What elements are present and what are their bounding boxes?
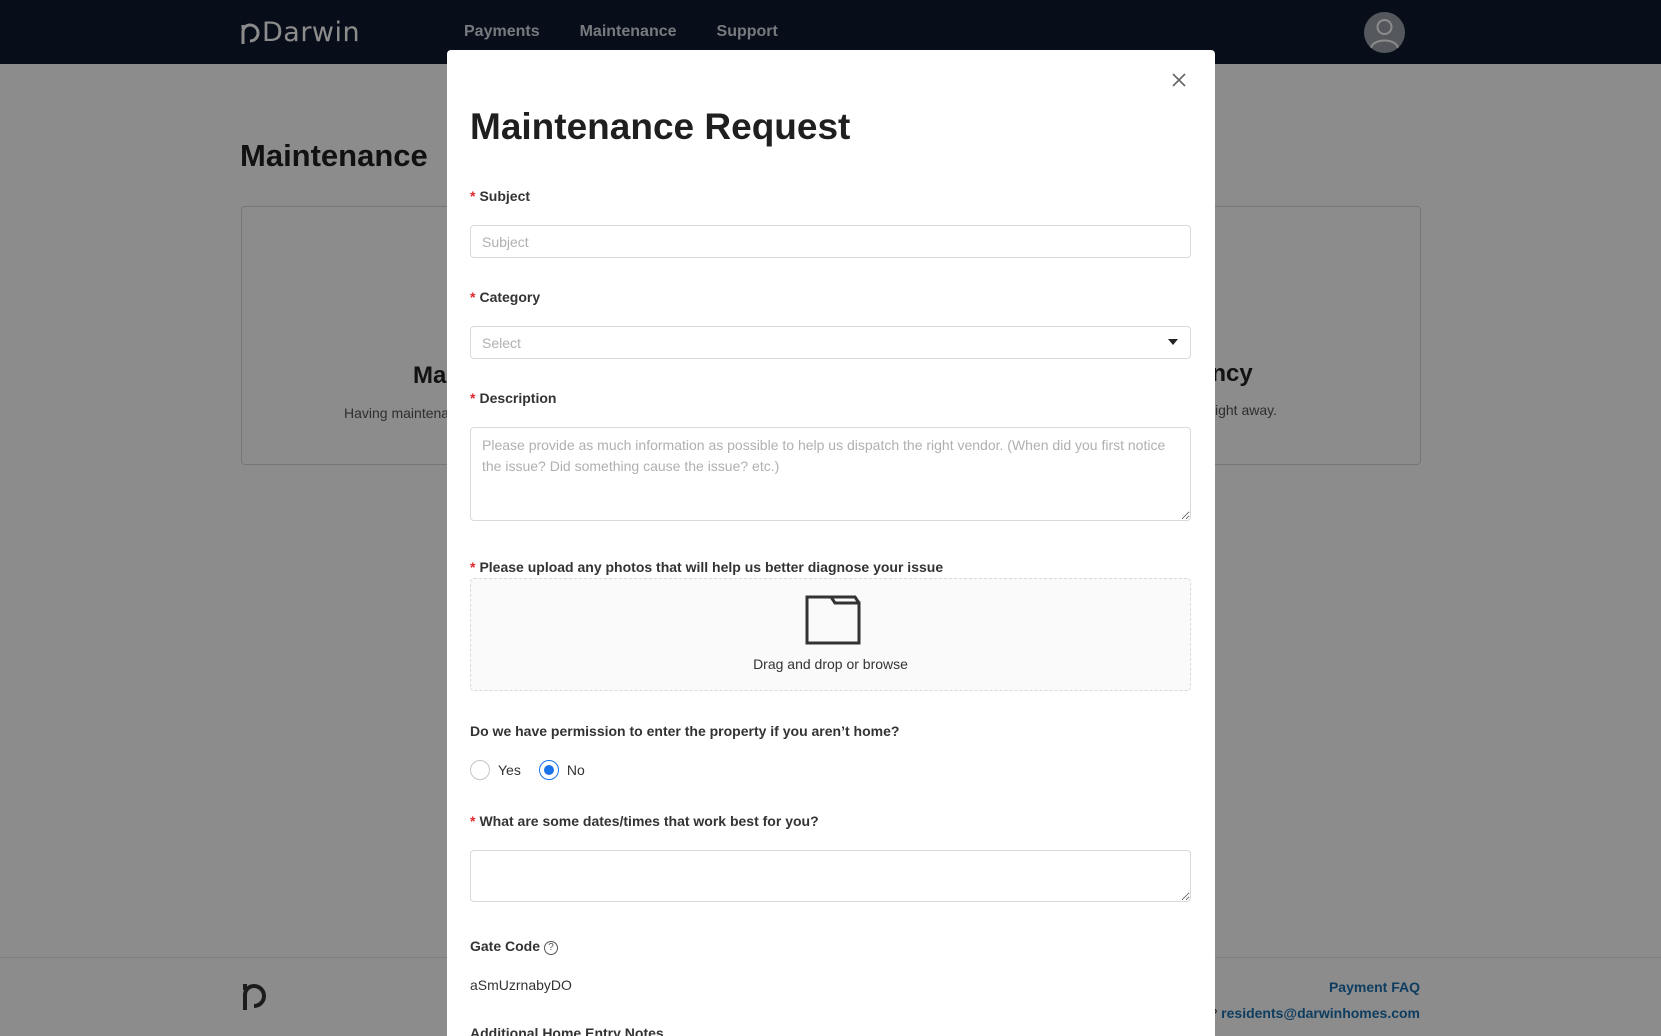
entry-notes-label: Additional Home Entry Notes <box>470 1025 664 1036</box>
description-label: * Description <box>470 390 557 406</box>
required-asterisk: * <box>470 813 476 829</box>
folder-icon <box>805 595 861 645</box>
gate-code-label: Gate Code? <box>470 938 559 955</box>
close-button[interactable] <box>1167 68 1191 92</box>
photo-dropzone[interactable]: Drag and drop or browse <box>470 578 1191 691</box>
required-asterisk: * <box>470 390 476 406</box>
permission-label: Do we have permission to enter the prope… <box>470 723 900 739</box>
category-select[interactable]: Select <box>470 326 1191 359</box>
required-asterisk: * <box>470 188 476 204</box>
modal-title: Maintenance Request <box>470 106 851 147</box>
gate-code-value: aSmUzrnabyDO <box>470 977 572 993</box>
required-asterisk: * <box>470 559 476 575</box>
permission-radio-group: Yes No <box>470 760 603 780</box>
permission-no-radio[interactable]: No <box>538 760 585 780</box>
required-asterisk: * <box>470 289 476 305</box>
close-icon <box>1172 73 1186 87</box>
category-select-value: Select <box>482 335 521 351</box>
subject-label: * Subject <box>470 188 531 204</box>
radio-circle-selected[interactable] <box>538 760 559 780</box>
dates-textarea[interactable] <box>470 850 1191 902</box>
radio-circle[interactable] <box>470 760 490 780</box>
permission-yes-radio[interactable]: Yes <box>470 760 521 780</box>
caret-down-icon <box>1168 339 1178 345</box>
maintenance-request-modal: Maintenance Request *Subject *Category S… <box>447 50 1215 1036</box>
radio-label: Yes <box>498 762 521 778</box>
help-icon[interactable]: ? <box>544 941 559 955</box>
subject-input[interactable] <box>470 225 1191 258</box>
category-label: * Category <box>470 289 541 305</box>
description-textarea[interactable] <box>470 427 1191 521</box>
dates-label: * What are some dates/times that work bes… <box>470 813 819 829</box>
drop-text: Drag and drop or browse <box>753 656 908 672</box>
radio-label: No <box>566 762 585 778</box>
upload-label: * Please upload any photos that will help… <box>470 559 944 575</box>
